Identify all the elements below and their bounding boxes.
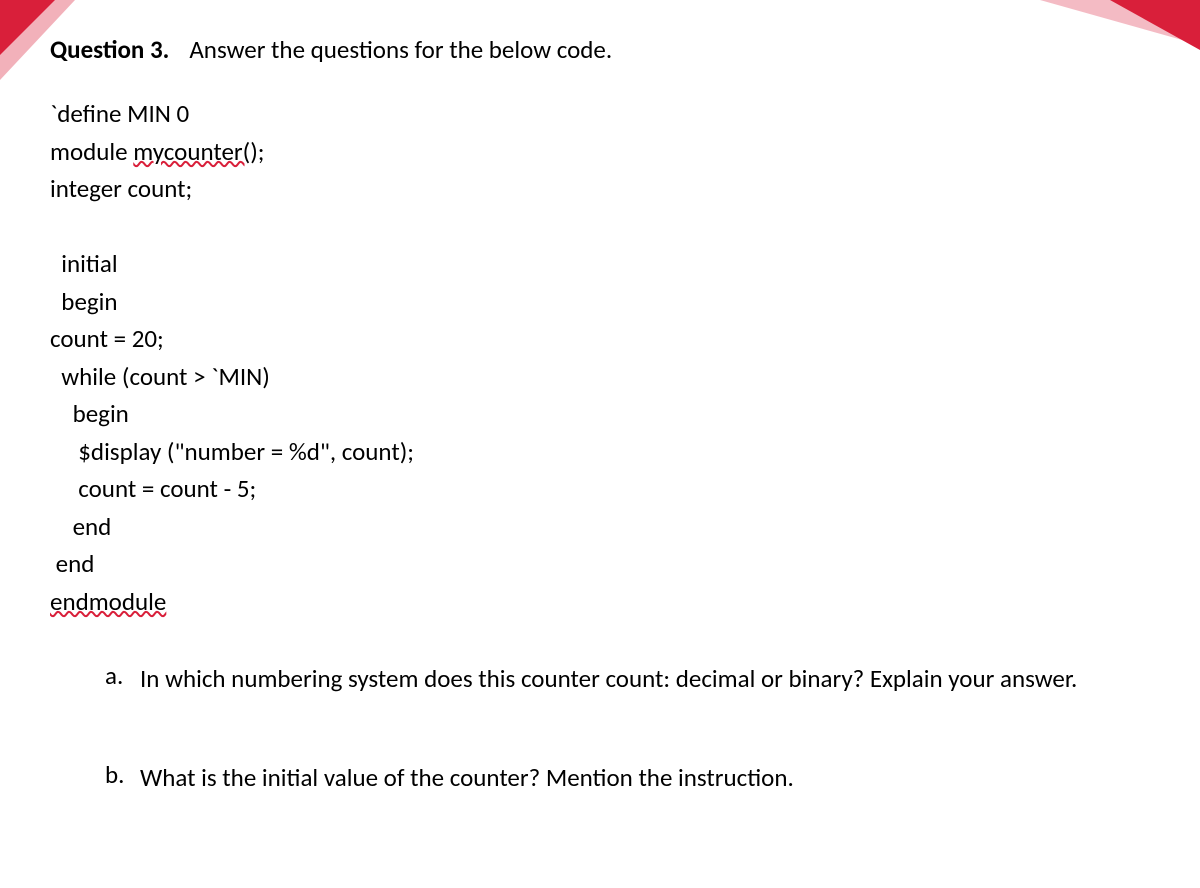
code-line: count = count - 5; — [50, 470, 1155, 508]
sub-question-marker: b. — [105, 759, 140, 798]
code-line: end — [50, 545, 1155, 583]
code-line: endmodule — [50, 583, 1155, 621]
sub-question-a: a. In which numbering system does this c… — [105, 660, 1155, 699]
code-line: integer count; — [50, 170, 1155, 208]
question-label: Question 3. — [50, 34, 169, 65]
code-line: end — [50, 508, 1155, 546]
code-text: ); — [250, 136, 264, 167]
code-line: begin — [50, 395, 1155, 433]
spellcheck-underline: mycounter( — [133, 136, 250, 167]
code-text: module — [50, 136, 133, 167]
code-line: begin — [50, 283, 1155, 321]
document-page: Question 3. Answer the questions for the … — [0, 0, 1200, 888]
sub-questions: a. In which numbering system does this c… — [50, 660, 1155, 798]
code-line: $display ("number = %d", count); — [50, 433, 1155, 471]
sub-question-b: b. What is the initial value of the coun… — [105, 759, 1155, 798]
code-line: module mycounter(); — [50, 133, 1155, 171]
code-line: `define MIN 0 — [50, 95, 1155, 133]
sub-question-text: In which numbering system does this coun… — [140, 660, 1155, 699]
code-line: count = 20; — [50, 320, 1155, 358]
question-prompt: Answer the questions for the below code. — [189, 34, 612, 65]
sub-question-text: What is the initial value of the counter… — [140, 759, 1155, 798]
spellcheck-underline: endmodule — [50, 586, 166, 617]
code-line — [50, 208, 1155, 246]
code-block: `define MIN 0 module mycounter(); intege… — [50, 95, 1155, 620]
code-line: while (count > `MIN) — [50, 358, 1155, 396]
sub-question-marker: a. — [105, 660, 140, 699]
question-header: Question 3. Answer the questions for the … — [50, 34, 1155, 65]
code-line: initial — [50, 245, 1155, 283]
